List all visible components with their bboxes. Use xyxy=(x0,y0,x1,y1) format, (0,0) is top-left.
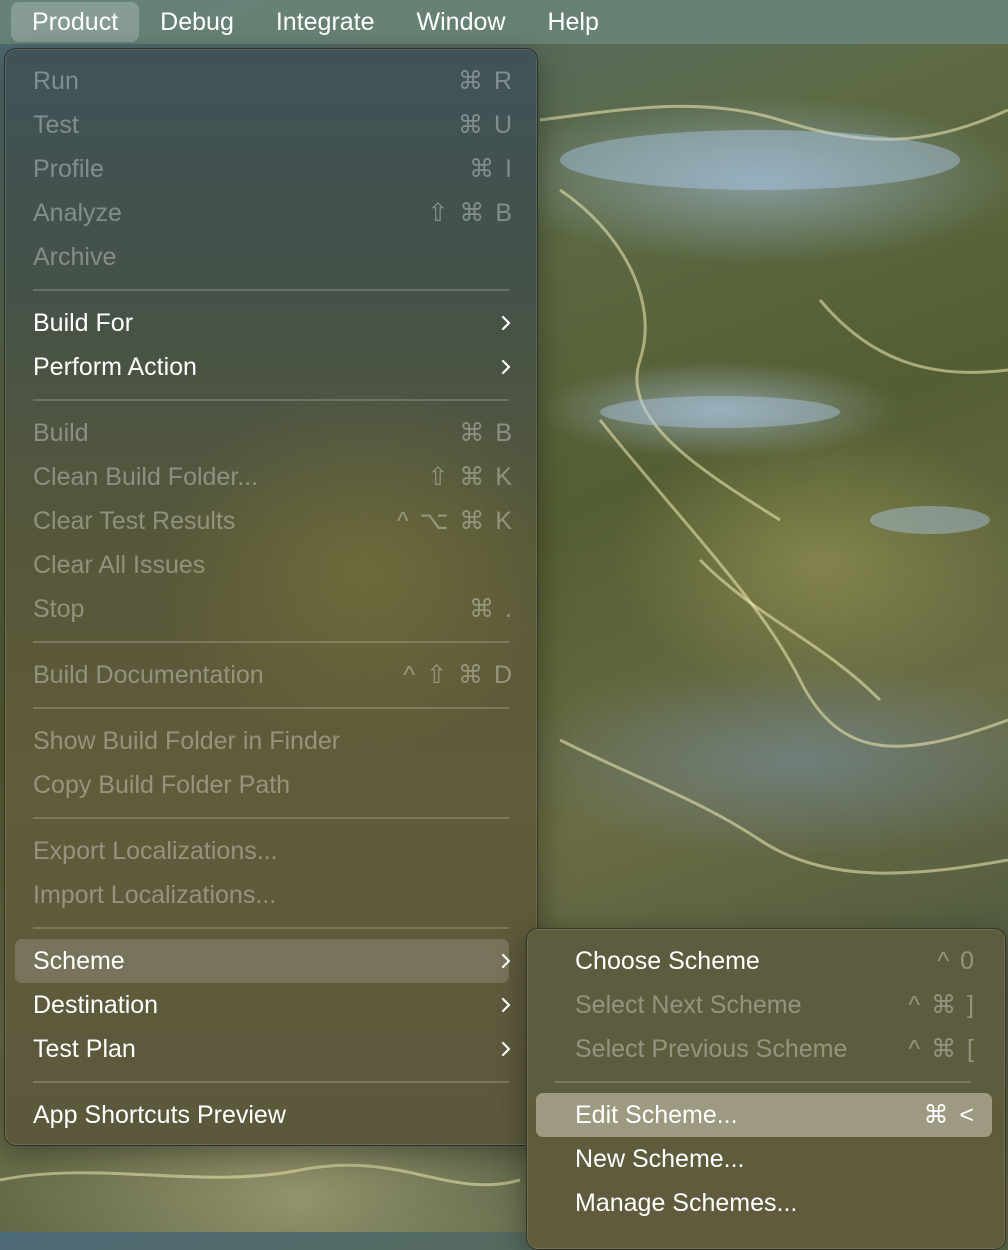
menu-item-select-previous-scheme[interactable]: Select Previous Scheme ^ ⌘ [ xyxy=(536,1027,992,1071)
chevron-right-icon xyxy=(501,953,511,969)
menu-item-label: Build For xyxy=(33,309,134,337)
menu-item-analyze[interactable]: Analyze ⇧ ⌘ B xyxy=(15,191,512,235)
menu-item-shortcut: ⇧ ⌘ K xyxy=(427,463,514,491)
menu-item-shortcut: ⌘ U xyxy=(458,111,514,139)
menu-item-label: App Shortcuts Preview xyxy=(33,1101,286,1129)
menu-item-shortcut: ⌘ I xyxy=(469,155,514,183)
menu-item-label: Test xyxy=(33,111,79,139)
menu-item-label: Scheme xyxy=(33,947,125,975)
menu-item-perform-action[interactable]: Perform Action xyxy=(15,345,511,389)
menu-item-destination[interactable]: Destination xyxy=(15,983,511,1027)
menu-separator xyxy=(33,289,509,291)
menubar-item-debug[interactable]: Debug xyxy=(139,2,255,42)
menubar-item-product[interactable]: Product xyxy=(11,2,140,42)
menu-item-label: Clear Test Results xyxy=(33,507,236,535)
menu-item-shortcut: ⌘ R xyxy=(458,67,514,95)
menu-item-profile[interactable]: Profile ⌘ I xyxy=(15,147,512,191)
menu-item-label: Perform Action xyxy=(33,353,197,381)
menu-item-import-localizations[interactable]: Import Localizations... xyxy=(15,873,509,917)
menu-item-label: Analyze xyxy=(33,199,122,227)
menu-item-label: Clean Build Folder... xyxy=(33,463,259,491)
menu-item-test-plan[interactable]: Test Plan xyxy=(15,1027,511,1071)
menu-item-label: Select Next Scheme xyxy=(575,991,802,1019)
menu-item-show-build-folder[interactable]: Show Build Folder in Finder xyxy=(15,719,509,763)
menu-separator xyxy=(33,1081,509,1083)
menu-item-stop[interactable]: Stop ⌘ . xyxy=(15,587,512,631)
menu-item-label: Select Previous Scheme xyxy=(575,1035,848,1063)
menu-item-edit-scheme[interactable]: Edit Scheme... ⌘ < xyxy=(536,1093,992,1137)
menu-separator xyxy=(555,1081,971,1083)
chevron-right-icon xyxy=(501,997,511,1013)
menu-item-label: Run xyxy=(33,67,79,95)
menu-item-shortcut: ^ ⌘ ] xyxy=(908,991,976,1019)
chevron-right-icon xyxy=(501,315,511,331)
menu-item-label: Destination xyxy=(33,991,159,1019)
menubar-item-help[interactable]: Help xyxy=(526,2,619,42)
menu-item-shortcut: ^ ⇧ ⌘ D xyxy=(403,661,514,689)
menu-item-select-next-scheme[interactable]: Select Next Scheme ^ ⌘ ] xyxy=(536,983,992,1027)
menu-item-clean-build-folder[interactable]: Clean Build Folder... ⇧ ⌘ K xyxy=(15,455,512,499)
menu-item-label: Profile xyxy=(33,155,104,183)
menu-item-build-for[interactable]: Build For xyxy=(15,301,511,345)
menu-item-shortcut: ⇧ ⌘ B xyxy=(427,199,514,227)
menu-item-label: Edit Scheme... xyxy=(575,1101,738,1129)
menu-item-label: Manage Schemes... xyxy=(575,1189,798,1217)
menu-item-label: New Scheme... xyxy=(575,1145,745,1173)
menu-item-clear-all-issues[interactable]: Clear All Issues xyxy=(15,543,509,587)
menu-item-scheme[interactable]: Scheme xyxy=(15,939,511,983)
menu-separator xyxy=(33,817,509,819)
menu-bar: Product Debug Integrate Window Help xyxy=(0,0,1008,44)
menubar-item-window[interactable]: Window xyxy=(396,2,527,42)
menu-item-archive[interactable]: Archive xyxy=(15,235,509,279)
menu-item-label: Export Localizations... xyxy=(33,837,278,865)
menu-item-shortcut: ^ ⌥ ⌘ K xyxy=(396,507,514,535)
menu-separator xyxy=(33,927,509,929)
menubar-item-integrate[interactable]: Integrate xyxy=(255,2,396,42)
menu-separator xyxy=(33,707,509,709)
product-menu: Run ⌘ R Test ⌘ U Profile ⌘ I Analyze ⇧ ⌘… xyxy=(4,48,538,1146)
menu-item-label: Archive xyxy=(33,243,117,271)
chevron-right-icon xyxy=(501,359,511,375)
menu-item-test[interactable]: Test ⌘ U xyxy=(15,103,512,147)
menu-item-label: Build xyxy=(33,419,89,447)
menu-item-shortcut: ^ ⌘ [ xyxy=(908,1035,976,1063)
menu-item-export-localizations[interactable]: Export Localizations... xyxy=(15,829,509,873)
menu-item-new-scheme[interactable]: New Scheme... xyxy=(536,1137,992,1181)
menu-item-shortcut: ⌘ B xyxy=(459,419,514,447)
menu-item-label: Choose Scheme xyxy=(575,947,760,975)
menu-item-label: Test Plan xyxy=(33,1035,136,1063)
menu-item-label: Show Build Folder in Finder xyxy=(33,727,341,755)
menu-item-app-shortcuts-preview[interactable]: App Shortcuts Preview xyxy=(15,1093,509,1137)
menu-item-label: Stop xyxy=(33,595,85,623)
menu-item-label: Clear All Issues xyxy=(33,551,206,579)
menu-separator xyxy=(33,399,509,401)
menu-item-build-documentation[interactable]: Build Documentation ^ ⇧ ⌘ D xyxy=(15,653,512,697)
menu-item-choose-scheme[interactable]: Choose Scheme ^ 0 xyxy=(536,939,992,983)
menu-item-clear-test-results[interactable]: Clear Test Results ^ ⌥ ⌘ K xyxy=(15,499,512,543)
menu-item-label: Build Documentation xyxy=(33,661,264,689)
menu-item-shortcut: ⌘ < xyxy=(923,1101,976,1129)
menu-item-shortcut: ^ 0 xyxy=(937,947,976,975)
menu-item-shortcut: ⌘ . xyxy=(469,595,514,623)
menu-item-run[interactable]: Run ⌘ R xyxy=(15,59,512,103)
scheme-submenu: Choose Scheme ^ 0 Select Next Scheme ^ ⌘… xyxy=(526,928,1006,1250)
chevron-right-icon xyxy=(501,1041,511,1057)
menu-item-build[interactable]: Build ⌘ B xyxy=(15,411,512,455)
menu-separator xyxy=(33,641,509,643)
menu-item-manage-schemes[interactable]: Manage Schemes... xyxy=(536,1181,992,1225)
menu-item-label: Import Localizations... xyxy=(33,881,277,909)
menu-item-copy-build-folder-path[interactable]: Copy Build Folder Path xyxy=(15,763,509,807)
menu-item-label: Copy Build Folder Path xyxy=(33,771,291,799)
